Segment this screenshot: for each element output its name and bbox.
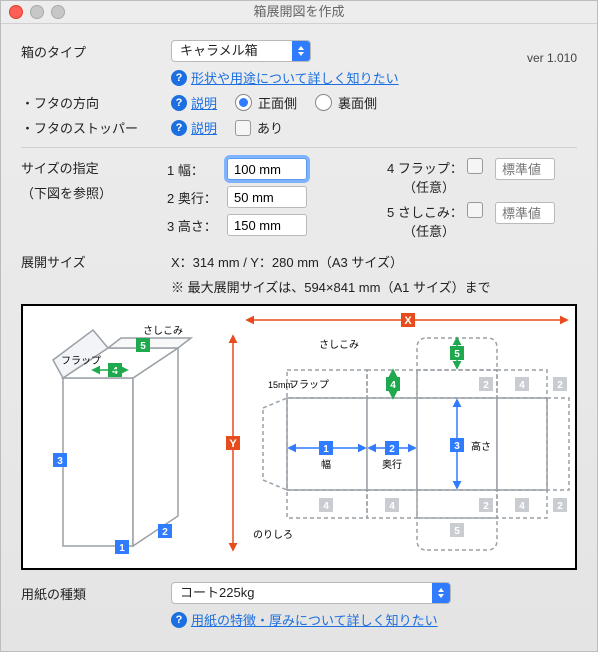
paper-type-label: 用紙の種類	[21, 584, 171, 603]
height-input[interactable]	[227, 214, 307, 236]
svg-text:4: 4	[112, 366, 118, 377]
spread-label: 展開サイズ	[21, 252, 171, 271]
insert-checkbox[interactable]	[467, 202, 489, 218]
box-type-label: 箱のタイプ	[21, 42, 171, 61]
flap-checkbox[interactable]	[467, 158, 489, 174]
svg-text:X: X	[404, 315, 412, 327]
checkbox-icon	[235, 120, 251, 136]
flap-sublabel: （任意）	[387, 177, 467, 196]
svg-text:5: 5	[140, 341, 146, 352]
width-input[interactable]	[227, 158, 307, 180]
radio-icon	[235, 94, 252, 111]
height-label: 3 高さ：	[167, 216, 227, 235]
insert-sublabel: （任意）	[387, 221, 467, 240]
dropdown-arrows-icon	[292, 41, 310, 61]
svg-text:2: 2	[557, 501, 563, 512]
lid-stopper-checkbox[interactable]: あり	[235, 118, 283, 137]
svg-text:4: 4	[323, 501, 329, 512]
svg-text:4: 4	[390, 380, 396, 391]
size-sublabel: （下図を参照）	[21, 183, 167, 202]
svg-text:フラップ: フラップ	[61, 355, 101, 367]
version-label: ver 1.010	[527, 51, 577, 65]
svg-text:高さ: 高さ	[471, 440, 491, 453]
depth-label: 2 奥行：	[167, 188, 227, 207]
svg-text:1: 1	[323, 444, 329, 455]
size-label: サイズの指定	[21, 158, 167, 177]
lid-stopper-explain-link[interactable]: 説明	[191, 118, 217, 137]
lid-front-radio[interactable]: 正面側	[235, 93, 297, 112]
svg-text:2: 2	[483, 501, 489, 512]
svg-text:2: 2	[483, 380, 489, 391]
width-label: 1 幅：	[167, 160, 227, 179]
dropdown-arrows-icon	[432, 583, 450, 603]
help-icon[interactable]: ?	[171, 612, 187, 628]
svg-text:1: 1	[119, 543, 125, 554]
close-icon[interactable]	[9, 5, 23, 19]
flap-label: 4 フラップ：	[387, 161, 463, 176]
svg-text:4: 4	[519, 380, 525, 391]
checkbox-icon	[467, 202, 483, 218]
svg-text:2: 2	[162, 527, 168, 538]
svg-text:奥行: 奥行	[382, 458, 402, 471]
svg-text:3: 3	[57, 456, 63, 467]
checkbox-icon	[467, 158, 483, 174]
svg-text:5: 5	[454, 526, 460, 537]
insert-label: 5 さしこみ：	[387, 205, 463, 220]
svg-text:2: 2	[557, 380, 563, 391]
spread-value: X：314 mm / Y：280 mm（A3 サイズ）	[171, 252, 491, 271]
svg-text:4: 4	[519, 501, 525, 512]
svg-text:Y: Y	[229, 438, 237, 450]
svg-text:5: 5	[454, 349, 460, 360]
dialog-window: 箱展開図を作成 ver 1.010 箱のタイプ キャラメル箱 ? 形状や用途につ…	[0, 0, 598, 652]
svg-text:フラップ: フラップ	[289, 379, 329, 391]
svg-text:のりしろ: のりしろ	[253, 529, 293, 541]
box-type-select[interactable]: キャラメル箱	[171, 40, 311, 62]
titlebar: 箱展開図を作成	[1, 1, 597, 24]
flap-input[interactable]	[495, 158, 555, 180]
depth-input[interactable]	[227, 186, 307, 208]
svg-text:さしこみ: さしこみ	[319, 339, 359, 351]
lid-direction-label: ・フタの方向	[21, 93, 171, 112]
window-controls	[9, 5, 65, 19]
maximize-icon[interactable]	[51, 5, 65, 19]
insert-input[interactable]	[495, 202, 555, 224]
minimize-icon[interactable]	[30, 5, 44, 19]
svg-text:2: 2	[389, 444, 395, 455]
svg-text:15mm: 15mm	[268, 380, 293, 390]
svg-text:3: 3	[454, 441, 460, 452]
svg-text:幅: 幅	[321, 458, 331, 471]
box-type-help-link[interactable]: 形状や用途について詳しく知りたい	[191, 68, 399, 87]
help-icon[interactable]: ?	[171, 95, 187, 111]
paper-help-link[interactable]: 用紙の特徴・厚みについて詳しく知りたい	[191, 610, 438, 629]
radio-icon	[315, 94, 332, 111]
window-title: 箱展開図を作成	[253, 4, 344, 19]
lid-back-radio[interactable]: 裏面側	[315, 93, 377, 112]
svg-text:4: 4	[389, 501, 395, 512]
box-diagram: X Y さしこみ フラップ 3 1 2 4 5	[21, 304, 577, 570]
help-icon[interactable]: ?	[171, 70, 187, 86]
paper-type-value: コート225kg	[180, 585, 254, 600]
box-type-value: キャラメル箱	[180, 43, 258, 58]
lid-stopper-label: ・フタのストッパー	[21, 118, 171, 137]
help-icon[interactable]: ?	[171, 120, 187, 136]
lid-direction-explain-link[interactable]: 説明	[191, 93, 217, 112]
paper-type-select[interactable]: コート225kg	[171, 582, 451, 604]
svg-text:さしこみ: さしこみ	[143, 325, 183, 337]
spread-note: ※ 最大展開サイズは、594×841 mm（A1 サイズ）まで	[171, 277, 491, 296]
